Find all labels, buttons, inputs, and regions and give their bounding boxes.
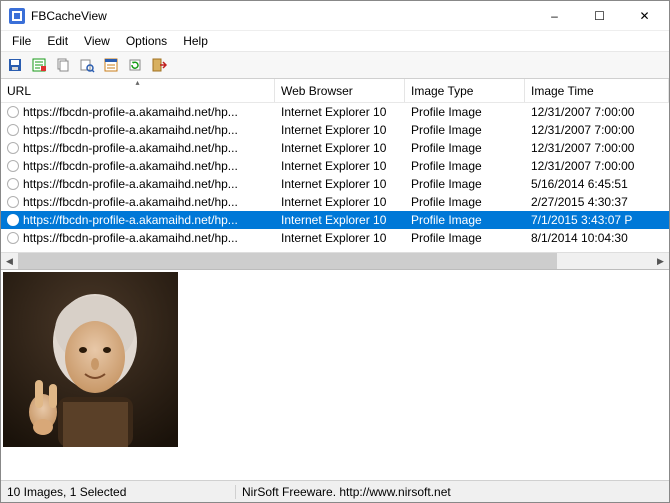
cell-type: Profile Image	[405, 213, 525, 227]
close-button[interactable]: ✕	[622, 2, 667, 30]
globe-icon	[7, 232, 19, 244]
globe-icon	[7, 124, 19, 136]
table-row[interactable]: https://fbcdn-profile-a.akamaihd.net/hp.…	[1, 211, 669, 229]
cell-type: Profile Image	[405, 195, 525, 209]
cell-url: https://fbcdn-profile-a.akamaihd.net/hp.…	[1, 141, 275, 155]
horizontal-scrollbar[interactable]: ◀ ▶	[1, 252, 669, 269]
table-row[interactable]: https://fbcdn-profile-a.akamaihd.net/hp.…	[1, 229, 669, 247]
cell-type: Profile Image	[405, 123, 525, 137]
list-body[interactable]: https://fbcdn-profile-a.akamaihd.net/hp.…	[1, 103, 669, 252]
column-url[interactable]: URL ▴	[1, 79, 275, 102]
cell-url: https://fbcdn-profile-a.akamaihd.net/hp.…	[1, 105, 275, 119]
cell-time: 7/1/2015 3:43:07 P	[525, 213, 669, 227]
scroll-right-icon[interactable]: ▶	[652, 253, 669, 270]
cell-url-text: https://fbcdn-profile-a.akamaihd.net/hp.…	[23, 123, 238, 137]
cell-time: 12/31/2007 7:00:00	[525, 141, 669, 155]
table-row[interactable]: https://fbcdn-profile-a.akamaihd.net/hp.…	[1, 139, 669, 157]
html-report-icon[interactable]	[29, 55, 49, 75]
menubar: File Edit View Options Help	[1, 31, 669, 51]
cell-type: Profile Image	[405, 159, 525, 173]
toolbar	[1, 51, 669, 79]
table-row[interactable]: https://fbcdn-profile-a.akamaihd.net/hp.…	[1, 103, 669, 121]
cell-url: https://fbcdn-profile-a.akamaihd.net/hp.…	[1, 123, 275, 137]
cell-url: https://fbcdn-profile-a.akamaihd.net/hp.…	[1, 159, 275, 173]
minimize-button[interactable]: –	[532, 2, 577, 30]
save-icon[interactable]	[5, 55, 25, 75]
properties-icon[interactable]	[101, 55, 121, 75]
cell-browser: Internet Explorer 10	[275, 177, 405, 191]
cell-url-text: https://fbcdn-profile-a.akamaihd.net/hp.…	[23, 195, 238, 209]
globe-icon	[7, 142, 19, 154]
cell-url-text: https://fbcdn-profile-a.akamaihd.net/hp.…	[23, 105, 238, 119]
cell-browser: Internet Explorer 10	[275, 141, 405, 155]
cell-url: https://fbcdn-profile-a.akamaihd.net/hp.…	[1, 177, 275, 191]
cell-browser: Internet Explorer 10	[275, 231, 405, 245]
window-title: FBCacheView	[31, 9, 532, 23]
titlebar: FBCacheView – ☐ ✕	[1, 1, 669, 31]
menu-view[interactable]: View	[77, 33, 117, 49]
refresh-icon[interactable]	[125, 55, 145, 75]
cell-browser: Internet Explorer 10	[275, 159, 405, 173]
status-credits: NirSoft Freeware. http://www.nirsoft.net	[235, 485, 663, 499]
globe-icon	[7, 196, 19, 208]
globe-icon	[7, 160, 19, 172]
scroll-left-icon[interactable]: ◀	[1, 253, 18, 270]
cell-time: 12/31/2007 7:00:00	[525, 159, 669, 173]
cell-url: https://fbcdn-profile-a.akamaihd.net/hp.…	[1, 213, 275, 227]
cell-time: 12/31/2007 7:00:00	[525, 123, 669, 137]
app-icon	[9, 8, 25, 24]
cell-url-text: https://fbcdn-profile-a.akamaihd.net/hp.…	[23, 231, 238, 245]
cell-type: Profile Image	[405, 141, 525, 155]
status-count: 10 Images, 1 Selected	[7, 485, 235, 499]
globe-icon	[7, 214, 19, 226]
preview-image	[3, 272, 178, 447]
column-headers: URL ▴ Web Browser Image Type Image Time	[1, 79, 669, 103]
scroll-track[interactable]	[18, 253, 652, 270]
cell-type: Profile Image	[405, 177, 525, 191]
table-row[interactable]: https://fbcdn-profile-a.akamaihd.net/hp.…	[1, 121, 669, 139]
column-url-label: URL	[7, 84, 31, 98]
statusbar: 10 Images, 1 Selected NirSoft Freeware. …	[1, 480, 669, 502]
cell-time: 12/31/2007 7:00:00	[525, 105, 669, 119]
list-view: URL ▴ Web Browser Image Type Image Time …	[1, 79, 669, 269]
cell-url-text: https://fbcdn-profile-a.akamaihd.net/hp.…	[23, 177, 238, 191]
table-row[interactable]: https://fbcdn-profile-a.akamaihd.net/hp.…	[1, 175, 669, 193]
sort-indicator-icon: ▴	[135, 79, 139, 87]
cell-type: Profile Image	[405, 105, 525, 119]
exit-icon[interactable]	[149, 55, 169, 75]
cell-url-text: https://fbcdn-profile-a.akamaihd.net/hp.…	[23, 141, 238, 155]
cell-time: 8/1/2014 10:04:30	[525, 231, 669, 245]
maximize-button[interactable]: ☐	[577, 2, 622, 30]
table-row[interactable]: https://fbcdn-profile-a.akamaihd.net/hp.…	[1, 157, 669, 175]
menu-file[interactable]: File	[5, 33, 38, 49]
find-icon[interactable]	[77, 55, 97, 75]
column-time[interactable]: Image Time	[525, 79, 669, 102]
menu-help[interactable]: Help	[176, 33, 215, 49]
cell-type: Profile Image	[405, 231, 525, 245]
cell-browser: Internet Explorer 10	[275, 213, 405, 227]
scroll-thumb[interactable]	[18, 253, 557, 270]
cell-time: 5/16/2014 6:45:51	[525, 177, 669, 191]
menu-edit[interactable]: Edit	[40, 33, 75, 49]
cell-browser: Internet Explorer 10	[275, 195, 405, 209]
cell-time: 2/27/2015 4:30:37	[525, 195, 669, 209]
column-type[interactable]: Image Type	[405, 79, 525, 102]
cell-url: https://fbcdn-profile-a.akamaihd.net/hp.…	[1, 231, 275, 245]
globe-icon	[7, 178, 19, 190]
menu-options[interactable]: Options	[119, 33, 174, 49]
cell-url-text: https://fbcdn-profile-a.akamaihd.net/hp.…	[23, 213, 238, 227]
globe-icon	[7, 106, 19, 118]
table-row[interactable]: https://fbcdn-profile-a.akamaihd.net/hp.…	[1, 193, 669, 211]
column-browser[interactable]: Web Browser	[275, 79, 405, 102]
cell-url-text: https://fbcdn-profile-a.akamaihd.net/hp.…	[23, 159, 238, 173]
copy-icon[interactable]	[53, 55, 73, 75]
cell-browser: Internet Explorer 10	[275, 123, 405, 137]
cell-url: https://fbcdn-profile-a.akamaihd.net/hp.…	[1, 195, 275, 209]
cell-browser: Internet Explorer 10	[275, 105, 405, 119]
preview-pane	[1, 269, 669, 480]
